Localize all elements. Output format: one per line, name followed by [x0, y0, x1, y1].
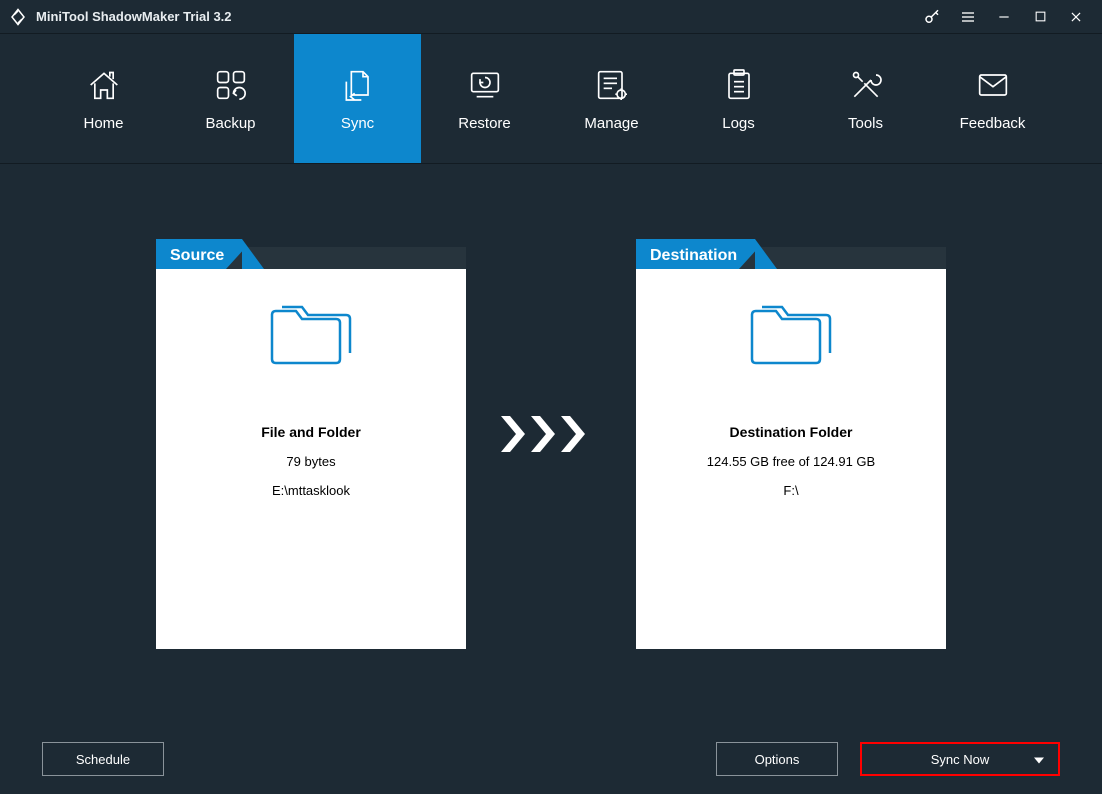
logs-icon — [719, 65, 759, 105]
home-icon — [84, 65, 124, 105]
nav-backup[interactable]: Backup — [167, 34, 294, 163]
titlebar: MiniTool ShadowMaker Trial 3.2 — [0, 0, 1102, 34]
source-size: 79 bytes — [286, 454, 335, 469]
nav-home[interactable]: Home — [40, 34, 167, 163]
feedback-icon — [973, 65, 1013, 105]
destination-panel[interactable]: Destination Destination Folder 124.55 GB… — [636, 239, 946, 649]
key-icon[interactable] — [914, 0, 950, 34]
nav-logs[interactable]: Logs — [675, 34, 802, 163]
nav-label: Manage — [584, 115, 638, 132]
close-button[interactable] — [1058, 0, 1094, 34]
menu-icon[interactable] — [950, 0, 986, 34]
arrow-separator-icon — [496, 414, 606, 454]
maximize-button[interactable] — [1022, 0, 1058, 34]
nav-restore[interactable]: Restore — [421, 34, 548, 163]
sync-icon — [338, 65, 378, 105]
nav-feedback[interactable]: Feedback — [929, 34, 1056, 163]
destination-size: 124.55 GB free of 124.91 GB — [707, 454, 875, 469]
sync-now-button[interactable]: Sync Now — [860, 742, 1060, 776]
destination-body[interactable]: Destination Folder 124.55 GB free of 124… — [636, 269, 946, 649]
window-title: MiniTool ShadowMaker Trial 3.2 — [36, 9, 232, 24]
backup-icon — [211, 65, 251, 105]
source-path: E:\mttasklook — [272, 483, 350, 498]
source-panel[interactable]: Source File and Folder 79 bytes E:\mttas… — [156, 239, 466, 649]
nav-tools[interactable]: Tools — [802, 34, 929, 163]
nav-label: Tools — [848, 115, 883, 132]
main-navbar: Home Backup Sync Restore — [0, 34, 1102, 164]
main-content: Source File and Folder 79 bytes E:\mttas… — [0, 164, 1102, 724]
source-body[interactable]: File and Folder 79 bytes E:\mttasklook — [156, 269, 466, 649]
minimize-button[interactable] — [986, 0, 1022, 34]
source-title: File and Folder — [261, 424, 361, 440]
footer-bar: Schedule Options Sync Now — [0, 724, 1102, 794]
source-tab-header: Source — [156, 239, 466, 269]
destination-path: F:\ — [783, 483, 798, 498]
nav-label: Sync — [341, 115, 374, 132]
options-button[interactable]: Options — [716, 742, 838, 776]
tools-icon — [846, 65, 886, 105]
manage-icon — [592, 65, 632, 105]
destination-title: Destination Folder — [730, 424, 853, 440]
nav-label: Backup — [205, 115, 255, 132]
restore-icon — [465, 65, 505, 105]
nav-label: Feedback — [960, 115, 1026, 132]
destination-tab-header: Destination — [636, 239, 946, 269]
folder-icon — [266, 297, 356, 374]
destination-tab-label: Destination — [636, 239, 755, 269]
nav-label: Restore — [458, 115, 511, 132]
caret-down-icon — [1034, 752, 1044, 767]
sync-now-label: Sync Now — [931, 752, 990, 767]
nav-label: Logs — [722, 115, 755, 132]
nav-sync[interactable]: Sync — [294, 34, 421, 163]
schedule-button[interactable]: Schedule — [42, 742, 164, 776]
app-logo-icon — [8, 7, 28, 27]
nav-label: Home — [83, 115, 123, 132]
nav-manage[interactable]: Manage — [548, 34, 675, 163]
folder-icon — [746, 297, 836, 374]
